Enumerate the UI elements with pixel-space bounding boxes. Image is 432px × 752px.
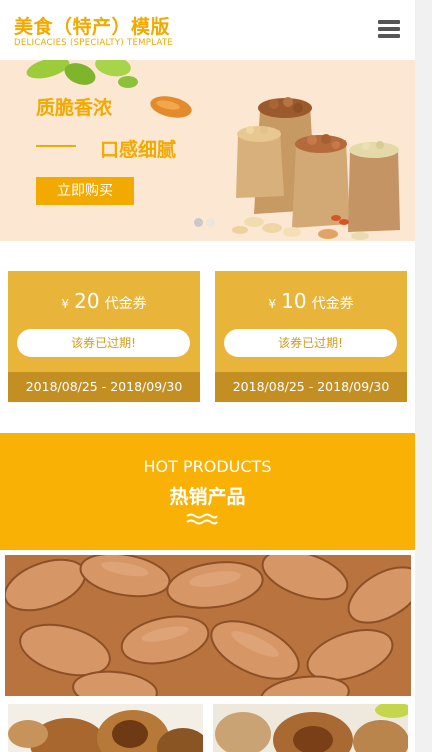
pecans-photo (8, 704, 203, 752)
page-scrollbar[interactable] (415, 0, 432, 752)
pagination-dot[interactable] (206, 218, 215, 227)
banner-pagination (194, 212, 218, 231)
wave-divider-icon (186, 513, 218, 525)
coupon-amount: ¥ 10 代金券 (268, 289, 354, 313)
hot-products-title-en: HOT PRODUCTS (143, 457, 272, 476)
hot-products-title-cn: 热销产品 (169, 486, 246, 508)
coupon-card-10[interactable]: ¥ 10 代金券 该券已过期! 2018/08/25 - 2018/09/30 (215, 271, 407, 402)
pagination-dot-active[interactable] (194, 218, 203, 227)
logo-title[interactable]: 美食（特产）模版 (14, 12, 170, 39)
product-image-pecans-2[interactable] (213, 704, 408, 752)
logo-subtitle: DELICACIES (SPECIALTY) TEMPLATE (14, 38, 174, 48)
product-image-almonds[interactable] (5, 555, 411, 696)
coupon-dates: 2018/08/25 - 2018/09/30 (8, 372, 200, 402)
buy-now-button[interactable]: 立即购买 (36, 177, 134, 205)
coupon-status-button[interactable]: 该券已过期! (17, 329, 190, 357)
hamburger-menu-icon[interactable] (378, 20, 400, 40)
site-header: 美食（特产）模版 DELICACIES (SPECIALTY) TEMPLATE (0, 0, 415, 60)
nut-sacks-image (232, 97, 400, 240)
banner-divider (36, 145, 76, 147)
hero-banner[interactable]: 质脆香浓 口感细腻 立即购买 (0, 60, 415, 241)
coupon-card-20[interactable]: ¥ 20 代金券 该券已过期! 2018/08/25 - 2018/09/30 (8, 271, 200, 402)
almonds-photo (5, 555, 411, 696)
product-image-pecans-1[interactable] (8, 704, 203, 752)
banner-headline: 质脆香浓 (36, 97, 113, 119)
coupon-dates: 2018/08/25 - 2018/09/30 (215, 372, 407, 402)
pecans-photo (213, 704, 408, 752)
almond-icon (150, 96, 192, 118)
banner-tagline: 口感细腻 (100, 139, 177, 161)
coupon-amount: ¥ 20 代金券 (61, 289, 147, 313)
coupon-status-button[interactable]: 该券已过期! (224, 329, 397, 357)
hot-products-section: HOT PRODUCTS 热销产品 (0, 433, 415, 550)
